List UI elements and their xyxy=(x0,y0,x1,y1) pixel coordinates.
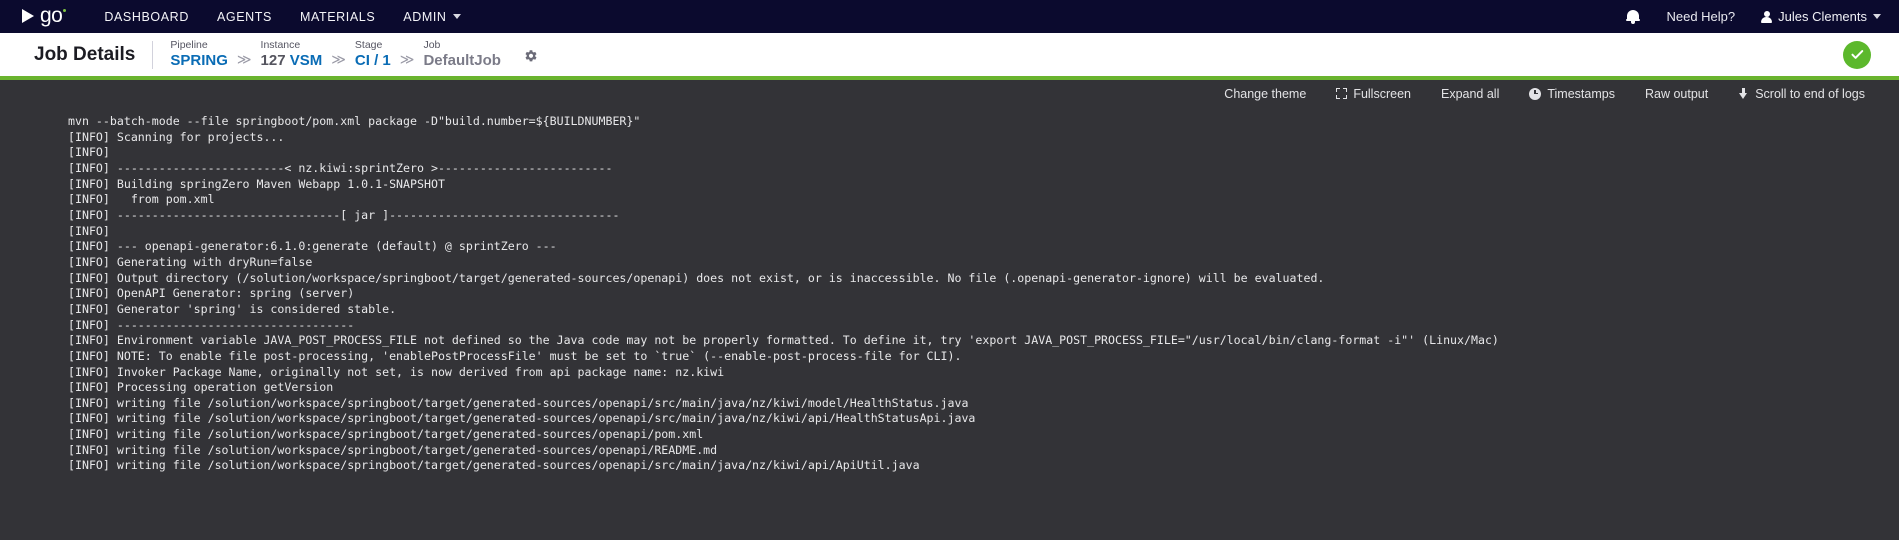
page-title: Job Details xyxy=(34,43,136,65)
breadcrumb-value-job: DefaultJob xyxy=(423,51,501,69)
nav-label-admin: ADMIN xyxy=(403,9,447,24)
breadcrumb-item-pipeline: Pipeline SPRING xyxy=(170,39,228,69)
log-line: mvn --batch-mode --file springboot/pom.x… xyxy=(68,114,641,128)
log-line: [INFO] ------------------------< nz.kiwi… xyxy=(68,160,613,175)
log-line: [INFO] --- openapi-generator:6.1.0:gener… xyxy=(68,239,557,254)
log-line: [INFO] Scanning for projects... xyxy=(68,129,285,144)
arrow-down-icon xyxy=(1738,87,1749,100)
user-name-label: Jules Clements xyxy=(1778,9,1867,24)
header-divider xyxy=(152,40,154,69)
breadcrumb-separator: ≫ xyxy=(399,50,415,67)
breadcrumb-label-stage: Stage xyxy=(354,39,383,52)
raw-output-label: Raw output xyxy=(1644,86,1709,101)
breadcrumb-separator: ≫ xyxy=(236,50,252,67)
log-line: [INFO] OpenAPI Generator: spring (server… xyxy=(68,286,355,301)
fullscreen-button[interactable]: Fullscreen xyxy=(1336,87,1411,101)
log-line: [INFO] Environment variable JAVA_POST_PR… xyxy=(68,333,1499,348)
nav-label-materials: MATERIALS xyxy=(299,9,376,24)
log-line: [INFO] Processing operation getVersion xyxy=(68,380,334,395)
breadcrumb-separator: ≫ xyxy=(331,50,346,67)
log-line: [INFO] NOTE: To enable file post-process… xyxy=(68,348,962,363)
log-line: [INFO] from pom.xml xyxy=(68,192,215,207)
change-theme-button[interactable]: Change theme xyxy=(1224,87,1306,101)
check-icon xyxy=(1850,50,1863,59)
nav-item-dashboard[interactable]: DASHBOARD xyxy=(104,10,189,24)
log-line: [INFO] --------------------------------[… xyxy=(68,207,620,222)
instance-vsm-link[interactable]: VSM xyxy=(290,52,323,69)
log-line: [INFO] Generator 'spring' is considered … xyxy=(68,301,397,316)
breadcrumb: Pipeline SPRING ≫ Instance 127 VSM ≫ Sta… xyxy=(170,39,501,69)
nav-item-agents[interactable]: AGENTS xyxy=(217,10,272,24)
chevron-down-icon xyxy=(452,14,461,19)
log-line: [INFO] writing file /solution/workspace/… xyxy=(68,458,920,473)
nav-right-group: Need Help? Jules Clements xyxy=(1626,9,1881,25)
instance-number: 127 xyxy=(260,51,290,69)
log-toolbar: Change theme Fullscreen Expand all Times… xyxy=(0,80,1899,107)
brand-text: go xyxy=(40,3,63,27)
page-header: Job Details Pipeline SPRING ≫ Instance 1… xyxy=(0,33,1899,76)
change-theme-label: Change theme xyxy=(1224,86,1307,101)
log-line: [INFO] writing file /solution/workspace/… xyxy=(68,411,976,426)
brand-dot-icon xyxy=(63,8,67,12)
chevron-down-icon xyxy=(1873,14,1881,19)
bell-icon[interactable] xyxy=(1626,9,1641,25)
log-line: [INFO] xyxy=(68,223,110,238)
log-line: [INFO] Invoker Package Name, originally … xyxy=(68,364,725,379)
breadcrumb-item-instance: Instance 127 VSM xyxy=(260,39,323,69)
log-line: [INFO] Output directory (/solution/works… xyxy=(68,270,1325,285)
gocd-logo[interactable]: go xyxy=(22,3,67,28)
clock-icon xyxy=(1529,87,1542,100)
play-triangle-icon xyxy=(22,8,34,23)
breadcrumb-value-stage[interactable]: CI / 1 xyxy=(355,52,391,69)
fullscreen-label: Fullscreen xyxy=(1353,86,1411,101)
status-badge[interactable] xyxy=(1843,40,1871,69)
nav-label-agents: AGENTS xyxy=(216,9,272,24)
nav-item-admin[interactable]: ADMIN xyxy=(403,9,461,24)
bell-clapper xyxy=(1631,20,1636,24)
need-help-link[interactable]: Need Help? xyxy=(1666,9,1735,24)
user-menu[interactable]: Jules Clements xyxy=(1761,9,1881,24)
scroll-to-end-button[interactable]: Scroll to end of logs xyxy=(1738,87,1865,101)
breadcrumb-label-pipeline: Pipeline xyxy=(170,39,208,52)
timestamps-label: Timestamps xyxy=(1547,86,1615,101)
log-line: [INFO] ---------------------------------… xyxy=(68,317,355,332)
breadcrumb-value-pipeline[interactable]: SPRING xyxy=(170,52,228,69)
timestamps-button[interactable]: Timestamps xyxy=(1529,87,1615,101)
breadcrumb-item-job: Job DefaultJob xyxy=(423,39,501,69)
expand-all-label: Expand all xyxy=(1440,86,1500,101)
top-navigation-bar: go DASHBOARD AGENTS MATERIALS ADMIN Need… xyxy=(0,0,1899,33)
log-line: [INFO] writing file /solution/workspace/… xyxy=(68,395,969,410)
breadcrumb-item-stage: Stage CI / 1 xyxy=(354,39,391,69)
user-body xyxy=(1761,16,1773,23)
log-line: [INFO] xyxy=(68,145,110,160)
expand-all-button[interactable]: Expand all xyxy=(1441,87,1499,101)
nav-item-materials[interactable]: MATERIALS xyxy=(300,10,375,24)
scroll-to-end-label: Scroll to end of logs xyxy=(1755,86,1865,101)
log-line: [INFO] Building springZero Maven Webapp … xyxy=(68,176,445,191)
log-line: [INFO] Generating with dryRun=false xyxy=(68,254,313,269)
user-head xyxy=(1764,10,1771,17)
console-log-output[interactable]: mvn --batch-mode --file springboot/pom.x… xyxy=(0,107,1899,540)
log-line: [INFO] writing file /solution/workspace/… xyxy=(68,427,704,442)
nav-label-dashboard: DASHBOARD xyxy=(104,9,189,24)
gear-icon[interactable] xyxy=(523,49,539,65)
user-icon xyxy=(1761,10,1773,24)
main-nav-links: DASHBOARD AGENTS MATERIALS ADMIN xyxy=(104,9,461,24)
breadcrumb-label-job: Job xyxy=(423,39,441,52)
breadcrumb-label-instance: Instance xyxy=(260,39,301,52)
breadcrumb-value-instance[interactable]: 127 VSM xyxy=(260,51,323,69)
fullscreen-icon xyxy=(1336,88,1348,99)
log-line: [INFO] writing file /solution/workspace/… xyxy=(68,442,718,457)
raw-output-button[interactable]: Raw output xyxy=(1645,87,1708,101)
